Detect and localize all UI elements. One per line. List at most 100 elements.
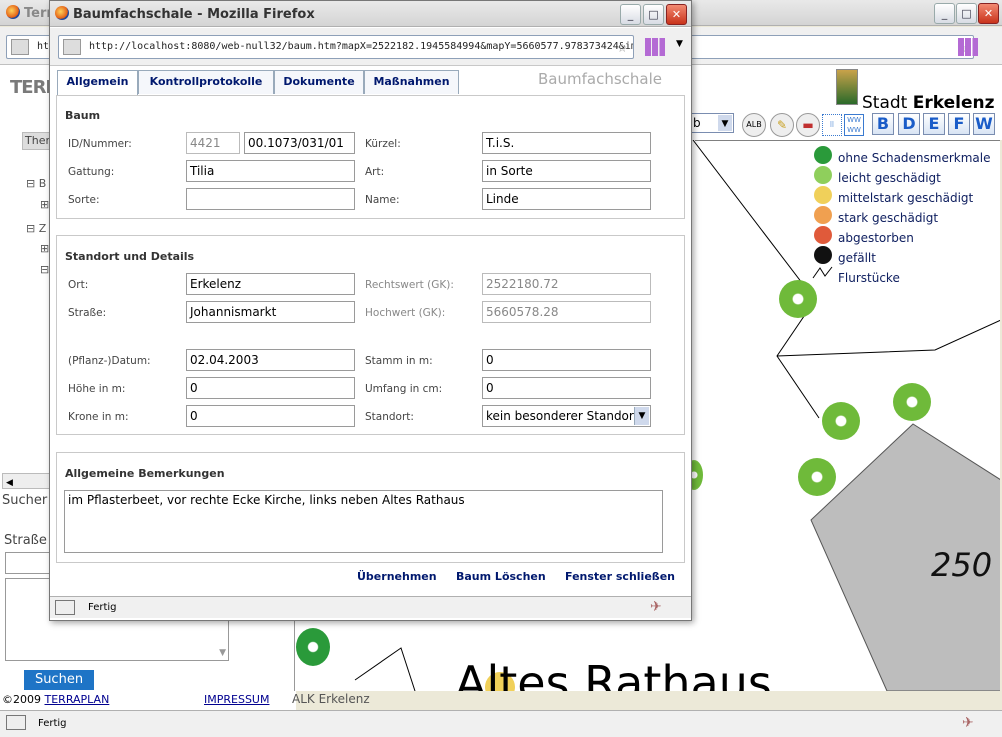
pencil-icon[interactable]: ✎ (770, 113, 794, 137)
umfang-field[interactable]: 0 (482, 377, 651, 399)
hochwert-field[interactable]: 5660578.28 (482, 301, 651, 323)
legend-label: mittelstark geschädigt (838, 191, 974, 205)
map-w-button[interactable]: W (973, 113, 995, 135)
tab-allgemein[interactable]: Allgemein (57, 70, 138, 95)
strasse-label: Straße: (68, 307, 107, 319)
sorte-label: Sorte: (68, 194, 100, 206)
ort-field[interactable]: Erkelenz (186, 273, 355, 295)
legend-label: stark geschädigt (838, 211, 939, 225)
chevron-down-icon[interactable]: ▼ (718, 115, 732, 131)
hochwert-label: Hochwert (GK): (365, 307, 446, 319)
layer-select[interactable]: b ▼ (690, 113, 734, 133)
kuerzel-field[interactable]: T.i.S. (482, 132, 651, 154)
tab-dokumente[interactable]: Dokumente (274, 70, 364, 94)
legend-label: ohne Schadensmerkmale (838, 151, 991, 165)
baum-loeschen-button[interactable]: Baum Löschen (456, 570, 546, 583)
popup-url-bar[interactable]: http://localhost:8080/web-null32/baum.ht… (58, 35, 634, 59)
addon-grid-icon[interactable] (958, 38, 978, 56)
legend-swatch (814, 206, 832, 224)
bg-maximize-button[interactable]: □ (956, 3, 977, 24)
layer-select-value: b (693, 116, 701, 130)
krone-label: Krone in m: (68, 411, 129, 423)
art-label: Art: (365, 166, 385, 178)
eraser-icon[interactable]: ▬ (796, 113, 820, 137)
uebernehmen-button[interactable]: Übernehmen (357, 570, 437, 583)
bemerkungen-textarea[interactable]: im Pflasterbeet, vor rechte Ecke Kirche,… (64, 490, 663, 553)
search-button[interactable]: Suchen (24, 670, 94, 690)
baum-legend: Baum (65, 109, 101, 122)
art-field[interactable]: in Sorte (482, 160, 651, 182)
copyright-text: ©2009 (2, 693, 41, 706)
map-f-button[interactable]: F (948, 113, 970, 135)
tree-marker[interactable] (296, 628, 330, 666)
bg-close-button[interactable]: ✕ (978, 3, 999, 24)
tab-massnahmen[interactable]: Maßnahmen (364, 70, 459, 94)
page-icon (63, 39, 81, 55)
tree-marker[interactable] (893, 383, 931, 421)
kuerzel-label: Kürzel: (365, 138, 401, 150)
themen-tab[interactable]: Ther (22, 132, 52, 150)
scroll-left-icon[interactable]: ◀ (3, 478, 13, 488)
tree-marker[interactable] (779, 280, 817, 318)
strasse-field[interactable]: Johannismarkt (186, 301, 355, 323)
tab-kontrollprotokolle[interactable]: Kontrollprotokolle (138, 70, 274, 94)
map-d-button[interactable]: D (898, 113, 920, 135)
rechtswert-field[interactable]: 2522180.72 (482, 273, 651, 295)
alk-label: ALK Erkelenz (292, 692, 370, 706)
parcel-line-icon (812, 266, 833, 279)
alb-button[interactable]: ALB (742, 113, 766, 137)
umfang-label: Umfang in cm: (365, 383, 443, 395)
tree-item[interactable]: ⊟ Z (26, 222, 46, 235)
popup-url-text: http://localhost:8080/web-null32/baum.ht… (89, 41, 634, 52)
street-input[interactable] (5, 552, 55, 574)
terraplan-link[interactable]: TERRAPLAN (45, 693, 110, 706)
legend-swatch (814, 226, 832, 244)
standort-select[interactable]: kein besonderer Standort ▼ (482, 405, 651, 427)
name-field[interactable]: Linde (482, 188, 651, 210)
map-e-button[interactable]: E (923, 113, 945, 135)
nummer-field[interactable]: 00.1073/031/01 (244, 132, 355, 154)
firefox-icon (55, 6, 69, 20)
stamm-field[interactable]: 0 (482, 349, 651, 371)
popup-close-button[interactable]: ✕ (666, 4, 687, 25)
scroll-down-icon[interactable]: ▼ (219, 648, 226, 658)
tree-marker[interactable] (798, 458, 836, 496)
hoehe-field[interactable]: 0 (186, 377, 355, 399)
popup-brand: Baumfachschale (538, 70, 662, 88)
sorte-field[interactable] (186, 188, 355, 210)
select-grid-icon[interactable]: ⠿ (822, 114, 842, 136)
chevron-down-icon[interactable]: ▼ (634, 407, 649, 425)
popup-maximize-button[interactable]: □ (643, 4, 664, 25)
krone-field[interactable]: 0 (186, 405, 355, 427)
firefox-icon (6, 5, 20, 19)
tree-expander[interactable]: ⊟ (40, 263, 49, 276)
tree-marker[interactable] (822, 402, 860, 440)
bg-minimize-button[interactable]: _ (934, 3, 955, 24)
tree-expander[interactable]: ⊞ (40, 242, 49, 255)
chevron-down-icon[interactable]: ▼ (676, 39, 683, 49)
fenster-schliessen-button[interactable]: Fenster schließen (565, 570, 675, 583)
status-icon (55, 600, 75, 615)
impressum-link[interactable]: IMPRESSUM (204, 693, 269, 706)
popup-title: Baumfachschale - Mozilla Firefox (73, 7, 315, 22)
popup-minimize-button[interactable]: _ (620, 4, 641, 25)
city-name: Erkelenz (912, 93, 995, 113)
legend-label: Flurstücke (838, 271, 900, 285)
footer-copyright: ©2009 TERRAPLAN (2, 693, 109, 706)
www-icon[interactable]: WW WW (844, 114, 864, 136)
addon-grid-icon[interactable] (645, 38, 665, 56)
datum-field[interactable]: 02.04.2003 (186, 349, 355, 371)
bookmark-star-icon[interactable]: ☆ (617, 36, 627, 58)
tree-expander[interactable]: ⊞ (40, 198, 49, 211)
tree-item[interactable]: ⊟ B (26, 177, 46, 190)
bemerkungen-legend: Allgemeine Bemerkungen (65, 467, 225, 480)
gattung-field[interactable]: Tilia (186, 160, 355, 182)
id-field[interactable]: 4421 (186, 132, 240, 154)
name-label: Name: (365, 194, 400, 206)
legend-swatch (814, 166, 832, 184)
tree-item-label: Z (38, 222, 47, 235)
standort-legend: Standort und Details (65, 250, 195, 263)
search-heading: Sucher (2, 493, 48, 508)
popup-titlebar: Baumfachschale - Mozilla Firefox _ □ ✕ (50, 1, 691, 27)
map-b-button[interactable]: B (872, 113, 894, 135)
